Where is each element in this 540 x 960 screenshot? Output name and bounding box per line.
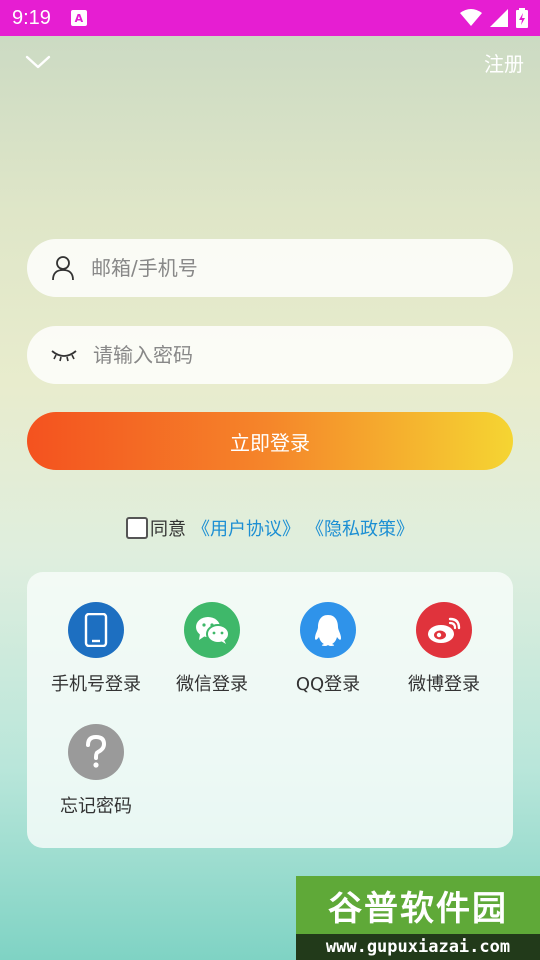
account-input[interactable]: [91, 256, 471, 280]
status-indicators: [460, 8, 528, 28]
back-button[interactable]: [22, 50, 54, 74]
option-label: 手机号登录: [51, 674, 141, 695]
question-icon: [68, 724, 124, 780]
password-input[interactable]: [93, 343, 473, 367]
phone-login-option[interactable]: 手机号登录: [38, 602, 154, 712]
watermark-title: 谷普软件园: [296, 876, 540, 934]
eye-closed-icon[interactable]: [51, 348, 77, 362]
chevron-down-icon: [25, 55, 51, 69]
alternative-login-panel: 手机号登录 微信登录 QQ登录 微博登录 忘记密码: [27, 572, 513, 848]
phone-icon: [68, 602, 124, 658]
account-field[interactable]: [27, 239, 513, 297]
watermark-url: www.gupuxiazai.com: [296, 934, 540, 960]
status-bar: 9:19 A: [0, 0, 540, 36]
user-icon: [52, 256, 74, 281]
agree-checkbox[interactable]: [126, 517, 148, 539]
agree-text: 同意: [150, 519, 186, 540]
weibo-icon: [416, 602, 472, 658]
watermark-logo: 谷普软件园 www.gupuxiazai.com: [296, 876, 540, 960]
status-time: 9:19: [12, 6, 51, 29]
privacy-policy-link[interactable]: 《隐私政策》: [306, 515, 414, 541]
battery-icon: [516, 8, 528, 28]
password-field[interactable]: [27, 326, 513, 384]
weibo-login-option[interactable]: 微博登录: [386, 602, 502, 712]
wechat-icon: [184, 602, 240, 658]
option-label: 微博登录: [408, 674, 480, 695]
login-button[interactable]: 立即登录: [27, 412, 513, 470]
signal-icon: [490, 9, 508, 27]
qq-icon: [300, 602, 356, 658]
option-label: 微信登录: [176, 674, 248, 695]
option-label: 忘记密码: [60, 796, 132, 817]
wifi-icon: [460, 9, 482, 26]
register-link[interactable]: 注册: [484, 48, 524, 77]
forgot-password-option[interactable]: 忘记密码: [38, 724, 154, 834]
option-label: QQ登录: [295, 674, 361, 695]
user-agreement-link[interactable]: 《用户协议》: [192, 515, 300, 541]
agreement-row: 同意 《用户协议》 《隐私政策》: [0, 512, 540, 544]
notification-icon: A: [70, 10, 87, 26]
wechat-login-option[interactable]: 微信登录: [154, 602, 270, 712]
qq-login-option[interactable]: QQ登录: [270, 602, 386, 712]
